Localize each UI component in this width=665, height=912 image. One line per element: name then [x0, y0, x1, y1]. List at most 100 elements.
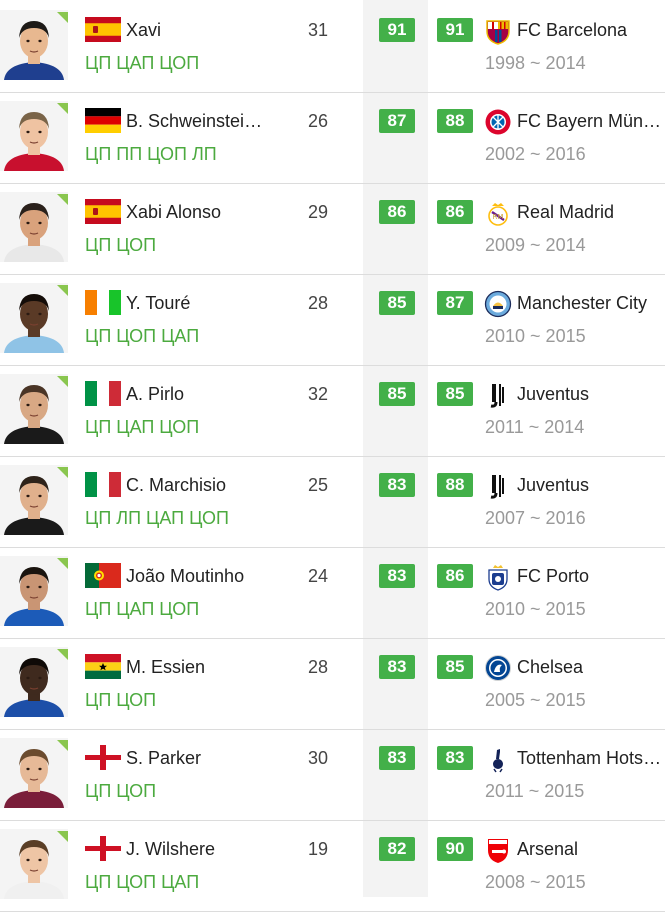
- player-age: 32: [307, 384, 329, 404]
- potential-rating-badge: 83: [437, 746, 473, 770]
- player-name[interactable]: S. Parker: [126, 746, 266, 770]
- spain-flag-icon: [85, 17, 121, 42]
- player-age: 30: [307, 748, 329, 768]
- player-age: 19: [307, 839, 329, 859]
- club-name[interactable]: Manchester City: [517, 291, 665, 315]
- player-age: 26: [307, 111, 329, 131]
- italy-flag-icon: [85, 381, 121, 406]
- manchester-city-crest-icon: [484, 290, 512, 318]
- club-name[interactable]: FC Porto: [517, 564, 665, 588]
- player-row[interactable]: C. Marchisio ЦП ЛП ЦАП ЦОП 25 83 88 Juve…: [0, 455, 665, 548]
- player-row[interactable]: Xabi Alonso ЦП ЦОП 29 86 86 RM Real Madr…: [0, 182, 665, 275]
- player-positions: ЦП ЦАП ЦОП: [85, 599, 200, 619]
- player-positions: ЦП ЦОП: [85, 781, 157, 801]
- corner-marker-icon: [57, 376, 68, 387]
- contract-years: 2010 ~ 2015: [485, 326, 586, 346]
- player-row[interactable]: S. Parker ЦП ЦОП 30 83 83 Tottenham Hots…: [0, 728, 665, 821]
- potential-rating-badge: 85: [437, 382, 473, 406]
- porto-crest-icon: [484, 563, 512, 591]
- contract-years: 2008 ~ 2015: [485, 872, 586, 892]
- corner-marker-icon: [57, 649, 68, 660]
- player-positions: ЦП ЦОП ЦАП: [85, 872, 200, 892]
- player-name[interactable]: C. Marchisio: [126, 473, 266, 497]
- overall-rating-badge: 85: [379, 291, 415, 315]
- svg-text:RM: RM: [493, 213, 504, 221]
- contract-years: 2002 ~ 2016: [485, 144, 586, 164]
- overall-rating-badge: 91: [379, 18, 415, 42]
- club-name[interactable]: FC Bayern München: [517, 109, 665, 133]
- player-name[interactable]: Y. Touré: [126, 291, 266, 315]
- italy-flag-icon: [85, 472, 121, 497]
- corner-marker-icon: [57, 103, 68, 114]
- overall-rating-badge: 82: [379, 837, 415, 861]
- potential-rating-badge: 88: [437, 109, 473, 133]
- player-row[interactable]: J. Wilshere ЦП ЦОП ЦАП 19 82 90 Arsenal …: [0, 819, 665, 912]
- portugal-flag-icon: [85, 563, 121, 588]
- juventus-crest-icon: [484, 472, 512, 500]
- contract-years: 2010 ~ 2015: [485, 599, 586, 619]
- barcelona-crest-icon: [484, 17, 512, 45]
- bayern-crest-icon: [484, 108, 512, 136]
- juventus-crest-icon: [484, 381, 512, 409]
- corner-marker-icon: [57, 285, 68, 296]
- player-positions: ЦП ЦОП: [85, 690, 157, 710]
- club-name[interactable]: FC Barcelona: [517, 18, 665, 42]
- player-name[interactable]: B. Schweinsteiger: [126, 109, 266, 133]
- club-name[interactable]: Juventus: [517, 473, 665, 497]
- arsenal-crest-icon: [484, 836, 512, 864]
- player-age: 29: [307, 202, 329, 222]
- contract-years: 1998 ~ 2014: [485, 53, 586, 73]
- player-list: Xavi ЦП ЦАП ЦОП 31 91 91 FC Barcelona 19…: [0, 0, 665, 912]
- potential-rating-badge: 87: [437, 291, 473, 315]
- player-age: 31: [307, 20, 329, 40]
- player-row[interactable]: B. Schweinsteiger ЦП ПП ЦОП ЛП 26 87 88 …: [0, 91, 665, 184]
- potential-rating-badge: 85: [437, 655, 473, 679]
- overall-rating-badge: 83: [379, 746, 415, 770]
- player-positions: ЦП ПП ЦОП ЛП: [85, 144, 217, 164]
- overall-rating-badge: 86: [379, 200, 415, 224]
- club-name[interactable]: Arsenal: [517, 837, 665, 861]
- ivory-coast-flag-icon: [85, 290, 121, 315]
- club-name[interactable]: Tottenham Hotspur: [517, 746, 665, 770]
- overall-rating-badge: 87: [379, 109, 415, 133]
- potential-rating-badge: 86: [437, 200, 473, 224]
- player-row[interactable]: Xavi ЦП ЦАП ЦОП 31 91 91 FC Barcelona 19…: [0, 0, 665, 93]
- player-positions: ЦП ЛП ЦАП ЦОП: [85, 508, 229, 528]
- ghana-flag-icon: [85, 654, 121, 679]
- contract-years: 2011 ~ 2014: [485, 417, 585, 437]
- player-positions: ЦП ЦОП: [85, 235, 157, 255]
- corner-marker-icon: [57, 194, 68, 205]
- potential-rating-badge: 91: [437, 18, 473, 42]
- player-name[interactable]: J. Wilshere: [126, 837, 266, 861]
- corner-marker-icon: [57, 12, 68, 23]
- player-name[interactable]: Xabi Alonso: [126, 200, 266, 224]
- player-row[interactable]: M. Essien ЦП ЦОП 28 83 85 Chelsea 2005 ~…: [0, 637, 665, 730]
- player-age: 24: [307, 566, 329, 586]
- player-positions: ЦП ЦАП ЦОП: [85, 53, 200, 73]
- overall-rating-badge: 83: [379, 564, 415, 588]
- player-name[interactable]: Xavi: [126, 18, 266, 42]
- potential-rating-badge: 88: [437, 473, 473, 497]
- club-name[interactable]: Juventus: [517, 382, 665, 406]
- real-madrid-crest-icon: RM: [484, 199, 512, 227]
- contract-years: 2007 ~ 2016: [485, 508, 586, 528]
- player-row[interactable]: João Moutinho ЦП ЦАП ЦОП 24 83 86 FC Por…: [0, 546, 665, 639]
- potential-rating-badge: 90: [437, 837, 473, 861]
- player-row[interactable]: A. Pirlo ЦП ЦАП ЦОП 32 85 85 Juventus 20…: [0, 364, 665, 457]
- overall-rating-badge: 83: [379, 473, 415, 497]
- chelsea-crest-icon: [484, 654, 512, 682]
- corner-marker-icon: [57, 467, 68, 478]
- player-name[interactable]: João Moutinho: [126, 564, 266, 588]
- corner-marker-icon: [57, 558, 68, 569]
- england-flag-icon: [85, 836, 121, 861]
- club-name[interactable]: Real Madrid: [517, 200, 665, 224]
- player-positions: ЦП ЦОП ЦАП: [85, 326, 200, 346]
- potential-rating-badge: 86: [437, 564, 473, 588]
- overall-rating-badge: 83: [379, 655, 415, 679]
- contract-years: 2005 ~ 2015: [485, 690, 586, 710]
- club-name[interactable]: Chelsea: [517, 655, 665, 679]
- tottenham-crest-icon: [484, 745, 512, 773]
- player-name[interactable]: M. Essien: [126, 655, 266, 679]
- player-row[interactable]: Y. Touré ЦП ЦОП ЦАП 28 85 87 Manchester …: [0, 273, 665, 366]
- player-name[interactable]: A. Pirlo: [126, 382, 266, 406]
